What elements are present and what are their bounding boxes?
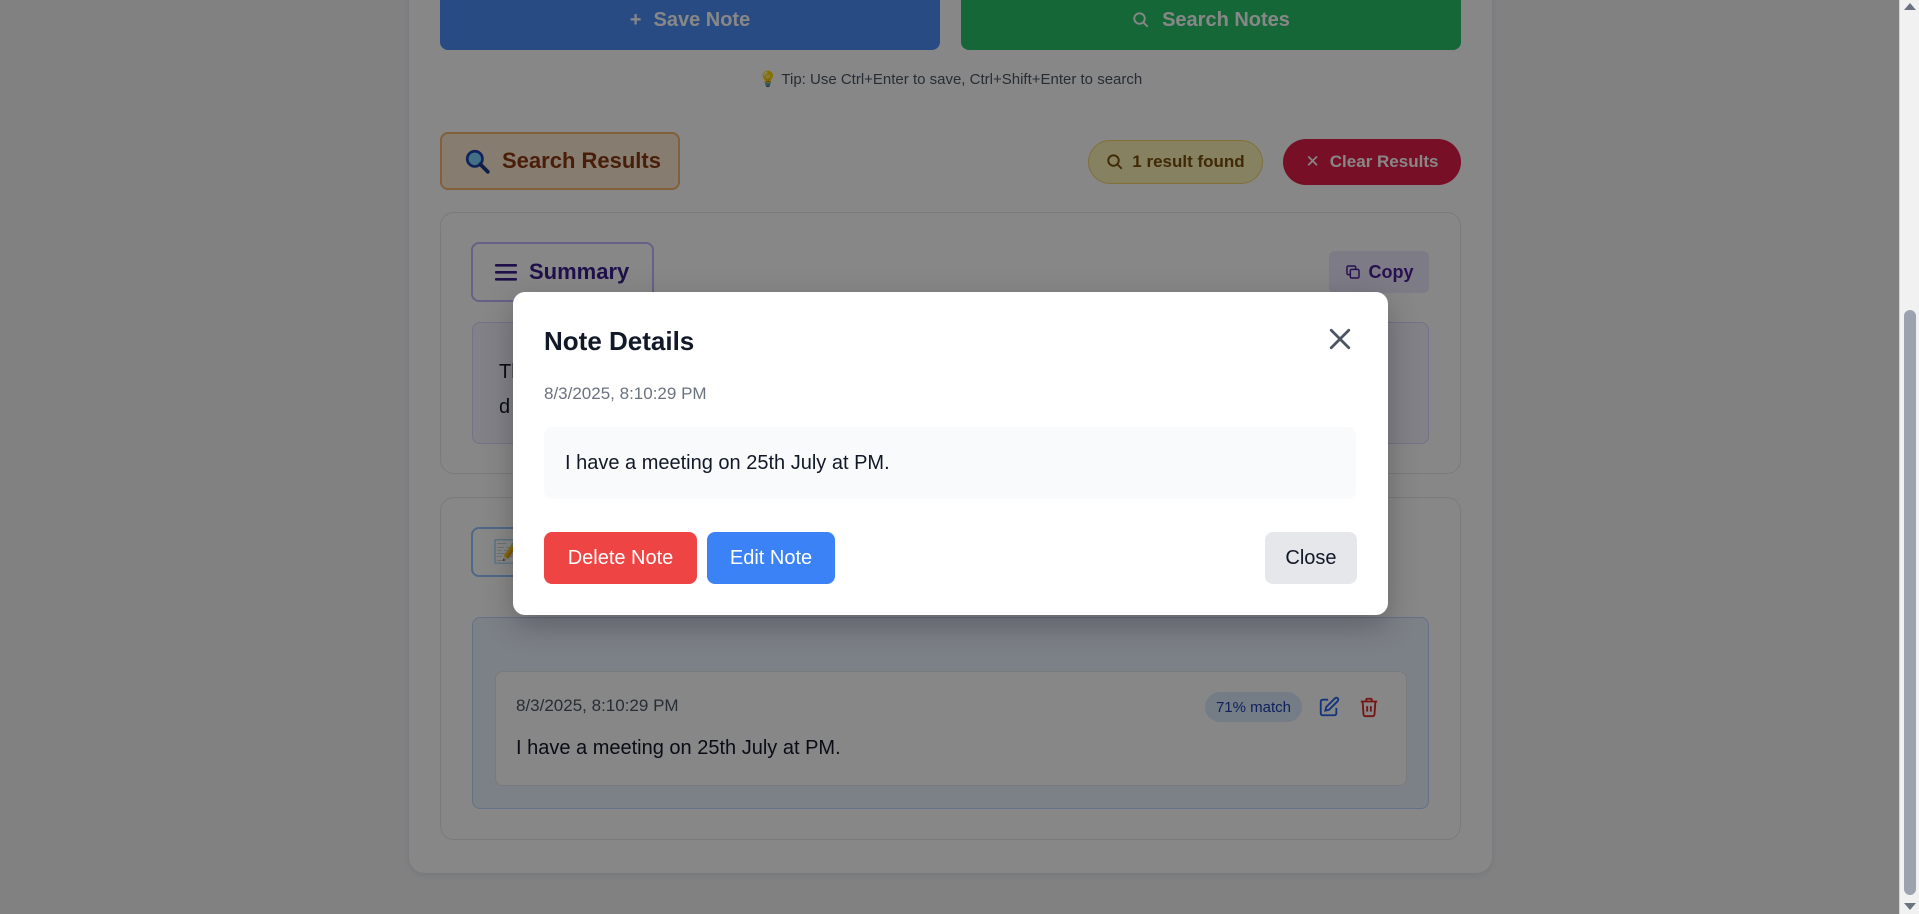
delete-note-button[interactable]: Delete Note <box>544 532 697 584</box>
close-icon[interactable] <box>1325 324 1355 354</box>
modal-title: Note Details <box>544 326 695 356</box>
edit-note-button[interactable]: Edit Note <box>707 532 835 584</box>
modal-note-text: I have a meeting on 25th July at PM. <box>544 427 1356 499</box>
scroll-thumb[interactable] <box>1904 310 1916 895</box>
scroll-down-arrow-icon[interactable] <box>1904 903 1916 910</box>
scroll-up-arrow-icon[interactable] <box>1904 3 1916 10</box>
scrollbar[interactable] <box>1899 0 1919 914</box>
modal-timestamp: 8/3/2025, 8:10:29 PM <box>544 384 707 403</box>
close-button[interactable]: Close <box>1265 532 1357 584</box>
note-details-modal: Note Details 8/3/2025, 8:10:29 PM I have… <box>513 292 1388 615</box>
